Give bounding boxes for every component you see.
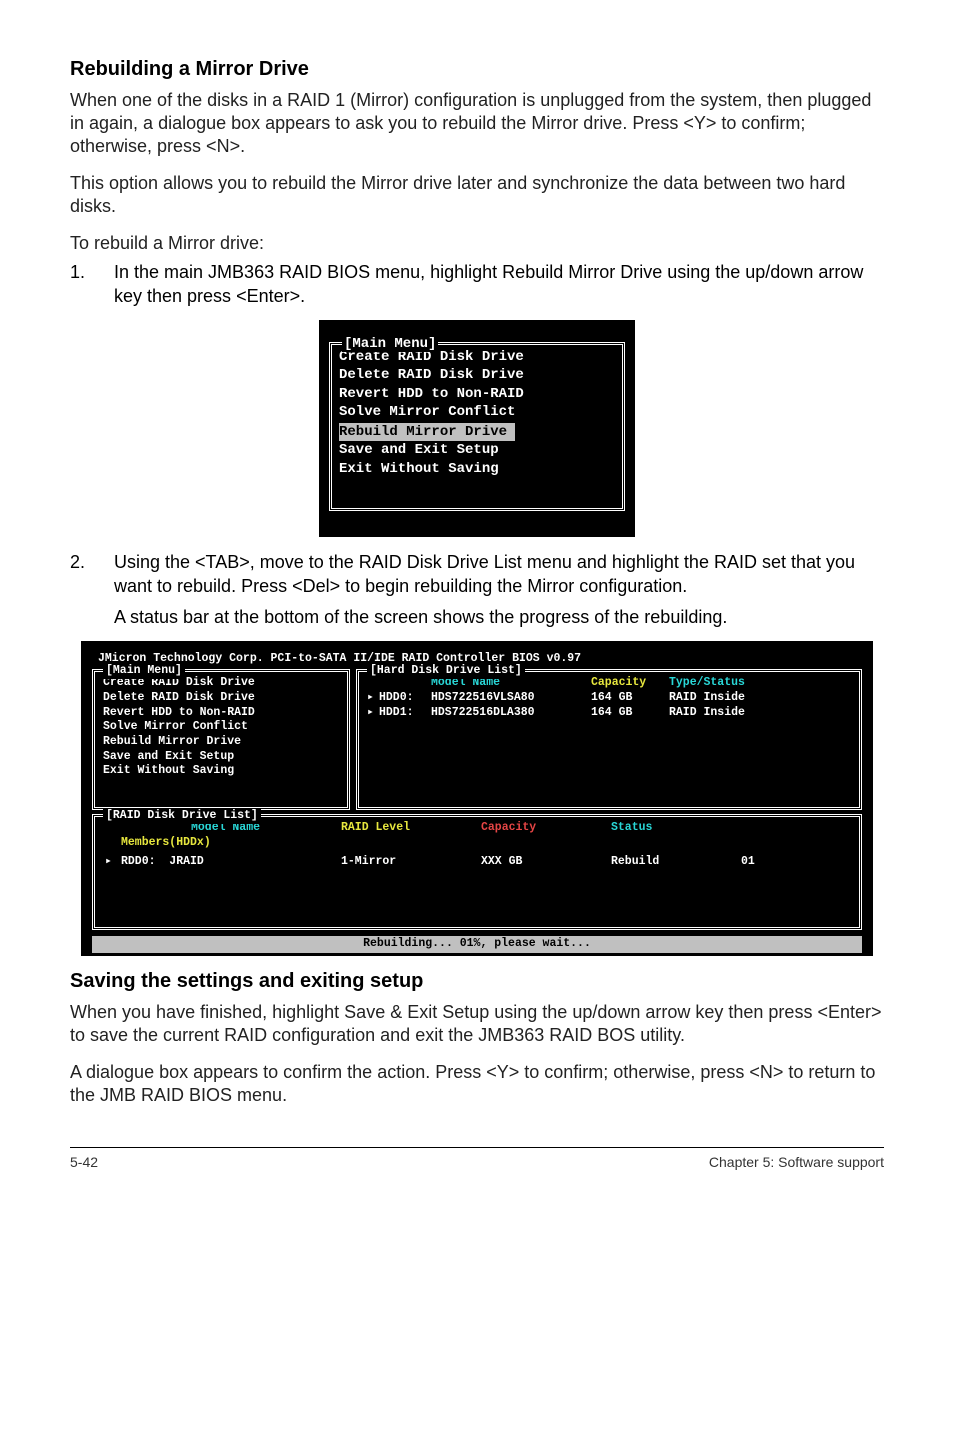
step-item: 2. Using the <TAB>, move to the RAID Dis… xyxy=(70,551,884,629)
menu-item[interactable]: Solve Mirror Conflict xyxy=(103,720,339,735)
panel-legend: [Hard Disk Drive List] xyxy=(367,664,525,679)
col-header-status: Status xyxy=(611,821,741,836)
step-subtext: A status bar at the bottom of the screen… xyxy=(114,606,884,629)
menu-item[interactable]: Save and Exit Setup xyxy=(103,750,339,765)
raid-name: RDD0: JRAID xyxy=(121,855,341,870)
hdd-type: RAID Inside xyxy=(669,706,745,721)
menu-legend: [Main Menu] xyxy=(342,336,438,352)
hdd-row[interactable]: ▸ HDD1: HDS722516DLA380 164 GB RAID Insi… xyxy=(367,706,851,721)
step-text: In the main JMB363 RAID BIOS menu, highl… xyxy=(114,261,884,308)
arrow-icon: ▸ xyxy=(367,706,379,721)
arrow-icon: ▸ xyxy=(103,855,121,870)
menu-item[interactable]: Revert HDD to Non-RAID xyxy=(339,385,615,403)
menu-item[interactable]: Exit Without Saving xyxy=(103,764,339,779)
raid-row[interactable]: ▸ RDD0: JRAID 1-Mirror XXX GB Rebuild 01 xyxy=(103,855,851,870)
paragraph: To rebuild a Mirror drive: xyxy=(70,232,884,255)
menu-item[interactable]: Rebuild Mirror Drive xyxy=(103,735,339,750)
bios-main-menu: [Main Menu] Create RAID Disk Drive Delet… xyxy=(92,669,350,810)
hdd-row[interactable]: ▸ HDD0: HDS722516VLSA80 164 GB RAID Insi… xyxy=(367,691,851,706)
members-label: Members(HDDx) xyxy=(121,836,211,851)
raid-status: Rebuild xyxy=(611,855,741,870)
col-header-level: RAID Level xyxy=(341,821,481,836)
menu-item[interactable]: Save and Exit Setup xyxy=(339,441,615,459)
hdd-capacity: 164 GB xyxy=(591,691,669,706)
raid-members: 01 xyxy=(741,855,755,870)
hdd-type: RAID Inside xyxy=(669,691,745,706)
page-number: 5-42 xyxy=(70,1154,98,1170)
panel-legend: [RAID Disk Drive List] xyxy=(103,809,261,824)
menu-item[interactable]: Delete RAID Disk Drive xyxy=(339,366,615,384)
page-footer: 5-42 Chapter 5: Software support xyxy=(70,1147,884,1170)
panel-legend: [Main Menu] xyxy=(103,664,185,679)
menu-item[interactable]: Revert HDD to Non-RAID xyxy=(103,706,339,721)
menu-item[interactable]: Solve Mirror Conflict xyxy=(339,403,615,421)
bios-menu-small: [Main Menu] Create RAID Disk Drive Delet… xyxy=(70,320,884,537)
hdd-model: HDS722516DLA380 xyxy=(431,706,591,721)
chapter-label: Chapter 5: Software support xyxy=(709,1154,884,1170)
col-header-type: Type/Status xyxy=(669,676,745,691)
bios-screen-large: JMicron Technology Corp. PCI-to-SATA II/… xyxy=(70,641,884,956)
paragraph: When one of the disks in a RAID 1 (Mirro… xyxy=(70,89,884,158)
bios-hdd-list: [Hard Disk Drive List] Model Name Capaci… xyxy=(356,669,862,810)
raid-capacity: XXX GB xyxy=(481,855,611,870)
step-number: 1. xyxy=(70,261,114,308)
hdd-index: HDD1: xyxy=(379,706,431,721)
raid-level: 1-Mirror xyxy=(341,855,481,870)
step-number: 2. xyxy=(70,551,114,629)
arrow-icon: ▸ xyxy=(367,691,379,706)
paragraph: A dialogue box appears to confirm the ac… xyxy=(70,1061,884,1107)
menu-item[interactable]: Delete RAID Disk Drive xyxy=(103,691,339,706)
step-text: Using the <TAB>, move to the RAID Disk D… xyxy=(114,552,855,595)
spacer xyxy=(103,836,121,851)
bios-raid-list: [RAID Disk Drive List] Model Name RAID L… xyxy=(92,814,862,930)
paragraph: When you have finished, highlight Save &… xyxy=(70,1001,884,1047)
menu-item[interactable]: Exit Without Saving xyxy=(339,460,615,478)
bios-status-bar: Rebuilding... 01%, please wait... xyxy=(92,936,862,953)
step-item: 1. In the main JMB363 RAID BIOS menu, hi… xyxy=(70,261,884,308)
col-header-capacity: Capacity xyxy=(591,676,669,691)
paragraph: This option allows you to rebuild the Mi… xyxy=(70,172,884,218)
hdd-index: HDD0: xyxy=(379,691,431,706)
hdd-model: HDS722516VLSA80 xyxy=(431,691,591,706)
col-header-capacity: Capacity xyxy=(481,821,611,836)
heading-saving: Saving the settings and exiting setup xyxy=(70,970,884,993)
menu-item-selected[interactable]: Rebuild Mirror Drive xyxy=(339,423,515,441)
heading-rebuilding: Rebuilding a Mirror Drive xyxy=(70,58,884,81)
hdd-capacity: 164 GB xyxy=(591,706,669,721)
